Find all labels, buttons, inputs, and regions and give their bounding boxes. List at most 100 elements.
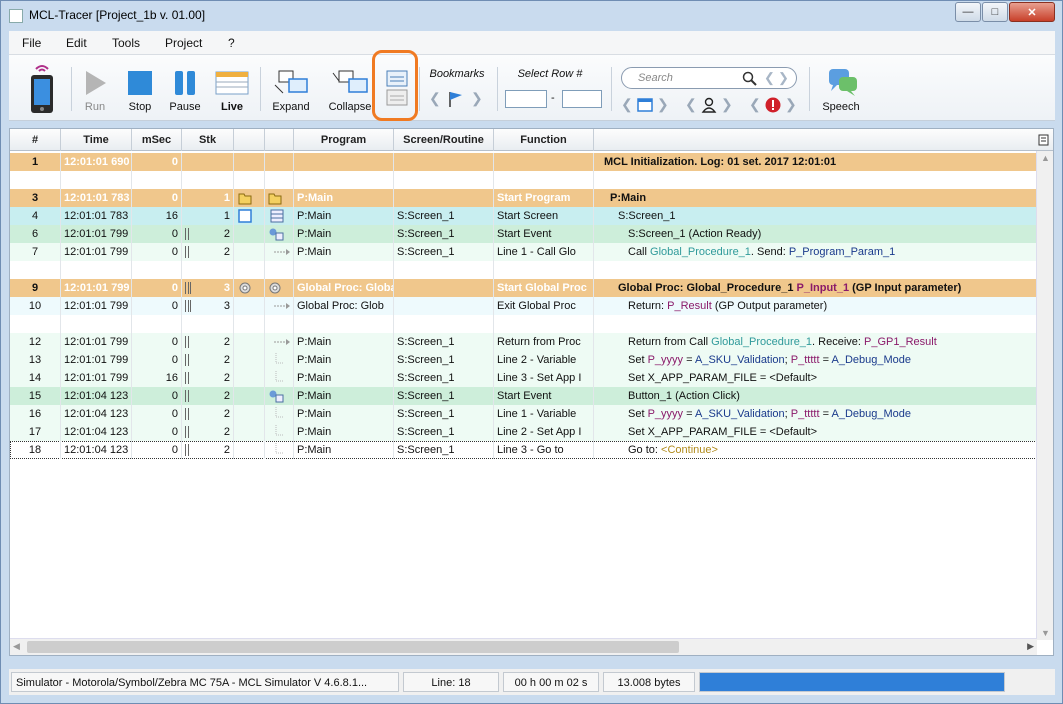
table-row[interactable]: 17 12:01:04 123 0 2 P:Main S:Screen_1 Line 2 …	[10, 423, 1037, 441]
detail-part: A_Debug_Mode	[831, 354, 911, 366]
minimize-button[interactable]: —	[955, 2, 981, 22]
table-row[interactable]: 12 12:01:01 799 0 2 P:Main S:Screen_1 Return …	[10, 333, 1037, 351]
cell-detail: Button_1 (Action Click)	[594, 387, 1037, 405]
user-next-icon[interactable]: ❯	[721, 96, 733, 113]
search-next-icon[interactable]: ❯	[778, 70, 789, 86]
table-row[interactable]: 7 12:01:01 799 0 2 P:Main S:Screen_1 Line 1 -…	[10, 243, 1037, 261]
table-row[interactable]: 4 12:01:01 783 16 1 P:Main S:Screen_1 Start Sc…	[10, 207, 1037, 225]
user-icon[interactable]	[701, 97, 717, 113]
select-row-to-input[interactable]	[562, 90, 602, 108]
screen-prev-icon[interactable]: ❮	[621, 96, 633, 113]
col-icon1-header[interactable]	[234, 129, 265, 151]
user-prev-icon[interactable]: ❮	[685, 96, 697, 113]
cell-msec	[132, 261, 182, 279]
table-row[interactable]	[10, 171, 1037, 189]
collapse-button[interactable]: Collapse	[327, 69, 373, 113]
live-button[interactable]: Live	[214, 69, 250, 113]
stack-level: 1	[223, 210, 230, 222]
menu-help[interactable]: ?	[228, 36, 235, 50]
cell-func: Line 3 - Go to	[494, 441, 594, 459]
device-button[interactable]	[27, 61, 57, 115]
column-chooser-icon[interactable]	[1037, 133, 1051, 147]
cell-idx: 17	[10, 423, 61, 441]
cell-stk: 2	[182, 351, 234, 369]
col-stk-header[interactable]: Stk	[182, 129, 234, 151]
col-function-header[interactable]: Function	[494, 129, 594, 151]
search-input[interactable]: Search	[638, 72, 673, 84]
scroll-left-icon[interactable]: ◀	[13, 641, 20, 652]
trace-grid: # Time mSec Stk Program Screen/Routine F…	[9, 128, 1054, 656]
search-icon[interactable]	[742, 71, 758, 87]
detail-part: A_Debug_Mode	[831, 408, 911, 420]
speech-button[interactable]: Speech	[817, 67, 865, 113]
cell-time: 12:01:01 799	[61, 243, 132, 261]
cell-msec: 0	[132, 153, 182, 171]
detail-part: P_Input_1	[796, 282, 850, 294]
table-row[interactable]: 6 12:01:01 799 0 2 P:Main S:Screen_1 Start Eve…	[10, 225, 1037, 243]
cell-time	[61, 261, 132, 279]
table-row[interactable]: 18 12:01:04 123 0 2 P:Main S:Screen_1 Line 3 …	[10, 441, 1037, 459]
col-time-header[interactable]: Time	[61, 129, 132, 151]
maximize-button[interactable]: □	[982, 2, 1008, 22]
scroll-down-icon[interactable]: ▼	[1041, 628, 1050, 638]
screen-next-icon[interactable]: ❯	[657, 96, 669, 113]
pause-button[interactable]: Pause	[167, 69, 203, 113]
select-row-from-input[interactable]	[505, 90, 547, 108]
cell-screen: S:Screen_1	[394, 405, 494, 423]
bookmark-next-icon[interactable]: ❯	[471, 90, 483, 107]
stack-level: 2	[223, 372, 230, 384]
close-button[interactable]: ✕	[1009, 2, 1055, 22]
error-next-icon[interactable]: ❯	[785, 96, 797, 113]
menu-project[interactable]: Project	[165, 36, 202, 50]
cell-icon1	[234, 333, 265, 351]
table-row[interactable]	[10, 261, 1037, 279]
table-row[interactable]: 13 12:01:01 799 0 2 P:Main S:Screen_1 Line 2 …	[10, 351, 1037, 369]
stop-icon	[128, 71, 152, 95]
cell-stk	[182, 171, 234, 189]
cell-idx: 10	[10, 297, 61, 315]
menu-edit[interactable]: Edit	[66, 36, 87, 50]
screen-window-icon[interactable]	[637, 98, 653, 112]
search-prev-icon[interactable]: ❮	[764, 70, 775, 86]
scroll-right-icon[interactable]: ▶	[1027, 641, 1034, 652]
col-msec-header[interactable]: mSec	[132, 129, 182, 151]
table-row[interactable]: 10 12:01:01 799 0 3 Global Proc: Glob Exit Gl…	[10, 297, 1037, 315]
error-prev-icon[interactable]: ❮	[749, 96, 761, 113]
status-bytes: 13.008 bytes	[603, 672, 695, 692]
table-row[interactable]: 3 12:01:01 783 0 1 P:Main Start Program P:Main	[10, 189, 1037, 207]
cell-prog: P:Main	[294, 369, 394, 387]
menu-file[interactable]: File	[22, 36, 41, 50]
table-row[interactable]	[10, 315, 1037, 333]
table-row[interactable]: 15 12:01:04 123 0 2 P:Main S:Screen_1 Start Ev…	[10, 387, 1037, 405]
col-icon2-header[interactable]	[265, 129, 294, 151]
detail-part: Go to:	[628, 444, 662, 456]
stop-button[interactable]: Stop	[123, 69, 157, 113]
bookmark-flag-icon[interactable]	[447, 90, 463, 108]
expand-button[interactable]: Expand	[271, 69, 311, 113]
bookmark-prev-icon[interactable]: ❮	[429, 90, 441, 107]
cell-screen: S:Screen_1	[394, 207, 494, 225]
col-detail-header[interactable]	[594, 129, 1037, 151]
col-program-header[interactable]: Program	[294, 129, 394, 151]
cell-msec: 0	[132, 351, 182, 369]
vertical-scrollbar[interactable]: ▲ ▼	[1036, 151, 1053, 640]
cell-screen	[394, 171, 494, 189]
scroll-up-icon[interactable]: ▲	[1041, 153, 1050, 163]
table-row[interactable]: 14 12:01:01 799 16 2 P:Main S:Screen_1 Line 3…	[10, 369, 1037, 387]
error-icon[interactable]	[765, 97, 781, 113]
horizontal-scrollbar[interactable]: ◀ ▶	[10, 638, 1037, 655]
cell-stk: 2	[182, 225, 234, 243]
col-screen-header[interactable]: Screen/Routine	[394, 129, 494, 151]
menu-tools[interactable]: Tools	[112, 36, 140, 50]
stack-depth-icon	[185, 390, 189, 402]
table-row[interactable]: 16 12:01:04 123 0 2 P:Main S:Screen_1 Line 1 …	[10, 405, 1037, 423]
table-row[interactable]: 1 12:01:01 690 0 MCL Initialization. Log: 0…	[10, 153, 1037, 171]
horizontal-scroll-thumb[interactable]	[27, 641, 679, 653]
cell-func	[494, 153, 594, 171]
cell-time: 12:01:01 799	[61, 297, 132, 315]
search-box[interactable]: Search ❮ ❯	[621, 67, 797, 89]
cell-icon1	[234, 423, 265, 441]
col-index-header[interactable]: #	[10, 129, 61, 151]
run-button[interactable]: Run	[79, 69, 111, 113]
table-row[interactable]: 9 12:01:01 799 0 3 Global Proc: Global Start …	[10, 279, 1037, 297]
